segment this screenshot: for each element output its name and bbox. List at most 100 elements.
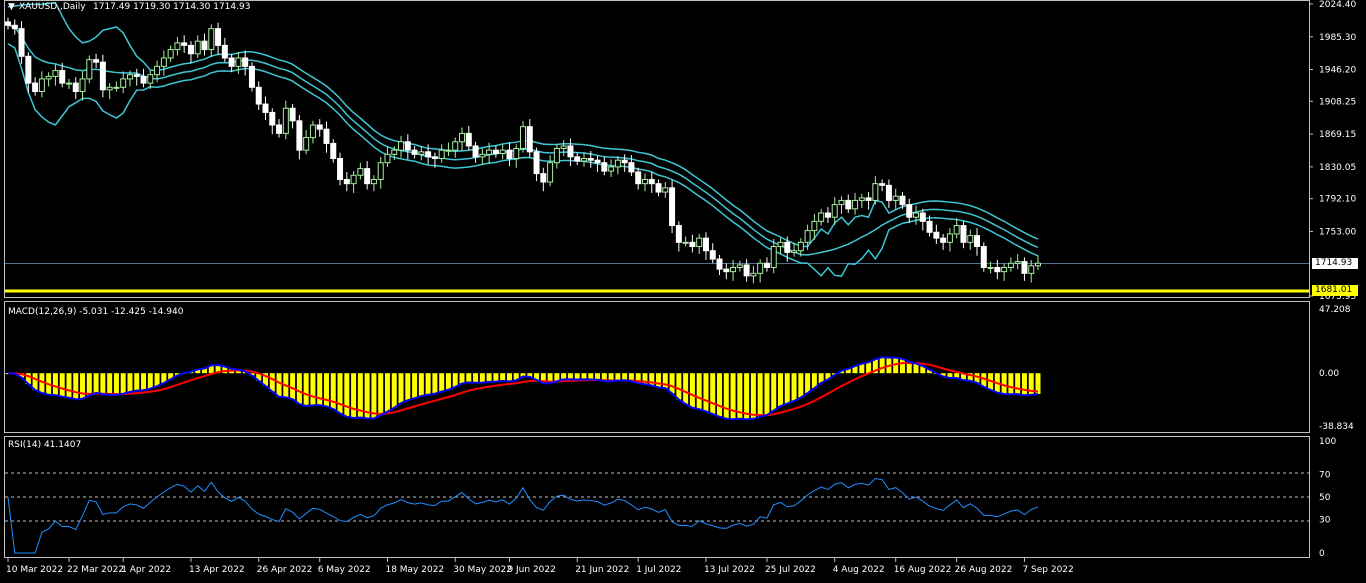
- candle-body-bull: [459, 132, 466, 143]
- candle-body-bear: [25, 55, 32, 84]
- candle-body-bear: [980, 246, 987, 268]
- current-price-marker: 1714.93: [1312, 258, 1358, 269]
- time-axis[interactable]: 10 Mar 2022 22 Mar 20221 Apr 2022 13 Apr 2…: [6, 558, 1074, 575]
- candle: [838, 196, 845, 214]
- candle-body-bear: [784, 241, 791, 253]
- candle-body-bear: [994, 266, 1001, 273]
- candle-body-bear: [93, 59, 100, 63]
- candle: [492, 145, 499, 158]
- candle-body-bull: [987, 266, 994, 269]
- rsi-panel[interactable]: [5, 472, 1309, 554]
- candle-body-bull: [208, 28, 215, 51]
- macd-bar: [73, 373, 79, 400]
- macd-panel[interactable]: [5, 356, 1041, 421]
- candle-body-bear: [594, 159, 601, 164]
- candle: [133, 68, 140, 86]
- time-tick-label: 9 Jun 2022: [507, 565, 555, 575]
- candle-body-bear: [323, 128, 330, 144]
- candle: [614, 156, 621, 175]
- candle: [181, 35, 188, 53]
- macd-bar: [683, 373, 689, 405]
- candle: [364, 161, 371, 190]
- time-tick-label: 16 Aug 2022: [894, 565, 952, 575]
- candle: [201, 33, 208, 56]
- candle: [93, 53, 100, 69]
- candle: [228, 53, 235, 73]
- candle-body-bear: [59, 70, 66, 84]
- candle: [540, 167, 547, 192]
- candle-body-bull: [797, 241, 804, 252]
- macd-bar: [696, 373, 702, 410]
- candle-body-bull: [838, 199, 845, 206]
- macd-bar: [866, 362, 872, 374]
- candle: [221, 37, 228, 63]
- rsi-tick-label: 30: [1319, 515, 1331, 525]
- candle-body-bear: [140, 75, 147, 84]
- macd-bar: [1008, 373, 1014, 395]
- time-tick-label: 4 Aug 2022: [833, 565, 885, 575]
- time-tick-label: 10 Mar 2022: [6, 565, 63, 575]
- candle-body-bear: [215, 28, 222, 46]
- candle-body-bear: [926, 220, 933, 233]
- candle: [160, 50, 167, 76]
- price-tick-label: 1869.15: [1319, 130, 1356, 140]
- level-price-marker: 1681.01: [1312, 285, 1358, 296]
- candle-body-bear: [824, 212, 831, 218]
- macd-bar: [669, 373, 675, 394]
- candle: [736, 260, 743, 272]
- candle: [682, 236, 689, 247]
- ohlc-readout: 1717.49 1719.30 1714.30 1714.93: [93, 2, 250, 12]
- symbol-arrow-icon[interactable]: ▼: [8, 2, 15, 12]
- candle: [79, 71, 86, 101]
- candle-body-bull: [154, 65, 161, 76]
- macd-bar: [412, 373, 418, 399]
- macd-tick-label: 0.00: [1319, 369, 1339, 379]
- candle: [980, 242, 987, 272]
- candle: [242, 50, 249, 76]
- candle-body-bear: [262, 103, 269, 113]
- candle-body-bear: [248, 65, 255, 88]
- candle: [357, 162, 364, 180]
- candle: [350, 171, 357, 193]
- candle: [5, 17, 11, 30]
- macd-bar: [296, 373, 302, 405]
- price-panel[interactable]: [5, 1, 1309, 293]
- candle: [459, 127, 466, 151]
- candle: [215, 22, 222, 55]
- macd-bar: [391, 373, 397, 408]
- candle: [696, 233, 703, 255]
- candle-body-bear: [716, 258, 723, 270]
- candle-body-bull: [641, 178, 648, 185]
- candle-body-bull: [418, 151, 425, 155]
- candle: [187, 41, 194, 63]
- candle-body-bear: [465, 132, 472, 147]
- time-tick-label: 7 Sep 2022: [1022, 565, 1073, 575]
- macd-bar: [445, 373, 451, 390]
- candle: [309, 120, 316, 144]
- candle-body-bull: [79, 78, 86, 92]
- candle: [52, 64, 59, 86]
- price-axis[interactable]: 2024.40 1985.30 1946.20 1908.25 1869.15 1830.…: [1309, 0, 1356, 302]
- candle-body-bull: [1001, 266, 1008, 273]
- candle: [574, 152, 581, 166]
- price-tick-label: 1908.25: [1319, 97, 1356, 107]
- candle: [879, 179, 886, 192]
- macd-bar: [317, 373, 323, 406]
- candle-body-bear: [723, 268, 730, 273]
- macd-bar: [93, 373, 99, 393]
- candle-body-bear: [933, 231, 940, 239]
- candle-body-bull: [126, 74, 133, 80]
- candle-body-bull: [852, 199, 859, 210]
- time-tick-label: 22 Mar 2022: [67, 565, 124, 575]
- candle-body-bear: [526, 126, 533, 153]
- candle-body-bear: [425, 151, 432, 158]
- candle: [65, 78, 72, 89]
- macd-bar: [1021, 373, 1027, 396]
- candle: [533, 147, 540, 182]
- trading-chart[interactable]: ▼ XAUUSD,,Daily 1717.49 1719.30 1714.30 …: [0, 0, 1366, 583]
- candle: [520, 120, 526, 153]
- candle-body-bull: [38, 78, 45, 92]
- candle: [174, 37, 181, 56]
- macd-bar: [66, 373, 72, 398]
- macd-bar: [147, 373, 153, 389]
